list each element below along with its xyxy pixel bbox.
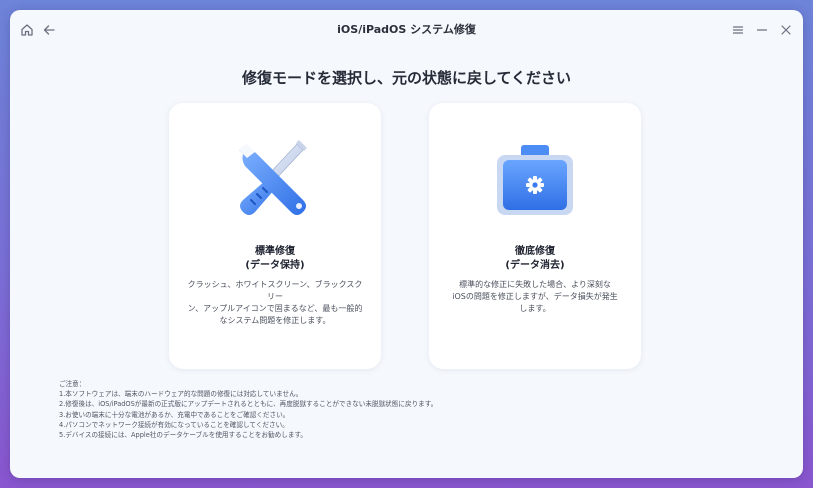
note-item: 2.修復後は、iOS/iPadOSが最新の正式版にアップデートされるとともに、再… (59, 400, 438, 409)
standard-repair-card[interactable]: 標準修復 (データ保持) クラッシュ、ホワイトスクリーン、ブラックスクリー ン、… (169, 103, 381, 369)
standard-repair-description: クラッシュ、ホワイトスクリーン、ブラックスクリー ン、アップルアイコンで固まるな… (187, 279, 363, 327)
deep-repair-desc-line1: 標準的な修正に失敗した場合、より深刻な (459, 280, 611, 289)
page-heading: 修復モードを選択し、元の状態に戻してください (241, 69, 572, 87)
note-item: 4.パソコンでネットワーク接続が有効になっていることを確認してください。 (59, 420, 289, 429)
title-bar: iOS/iPadOS システム修復 (10, 10, 803, 50)
standard-repair-title-line1: 標準修復 (255, 246, 295, 257)
deep-repair-title-line2: (データ消去) (505, 260, 565, 271)
note-item: 3.お使いの端末に十分な電池があるか、充電中であることをご確認ください。 (59, 410, 290, 419)
deep-repair-description: 標準的な修正に失敗した場合、より深刻な iOSの問題を修正しますが、データ損失が… (447, 279, 623, 315)
app-window: iOS/iPadOS システム修復 修復モードを選択し、元の状態に戻してください (10, 10, 803, 478)
deep-repair-desc-line3: します。 (519, 304, 551, 313)
standard-repair-desc-line1: クラッシュ、ホワイトスクリーン、ブラックスクリー (187, 280, 363, 301)
note-item: 5.デバイスの接続には、Apple社のデータケーブルを使用することをお勧めします… (59, 431, 307, 440)
deep-repair-desc-line2: iOSの問題を修正しますが、データ損失が発生 (452, 292, 618, 301)
minimize-icon[interactable] (753, 21, 771, 39)
deep-repair-title-line1: 徹底修復 (515, 246, 555, 257)
standard-repair-title-line2: (データ保持) (245, 260, 305, 271)
standard-repair-desc-line3: なシステム問題を修正します。 (219, 316, 331, 325)
toolbox-gear-icon (429, 125, 641, 235)
window-title: iOS/iPadOS システム修復 (337, 23, 476, 36)
deep-repair-card[interactable]: 徹底修復 (データ消去) 標準的な修正に失敗した場合、より深刻な iOSの問題を… (429, 103, 641, 369)
wrench-screwdriver-icon (169, 125, 381, 235)
close-icon[interactable] (777, 21, 795, 39)
notes-header: ご注意： (59, 380, 86, 388)
deep-repair-title: 徹底修復 (データ消去) (429, 245, 641, 273)
standard-repair-title: 標準修復 (データ保持) (169, 245, 381, 273)
note-item: 1.本ソフトウェアは、端末のハードウェア的な問題の修復には対応していません。 (59, 390, 303, 399)
notes-section: ご注意： 1.本ソフトウェアは、端末のハードウェア的な問題の修復には対応していま… (59, 379, 437, 440)
standard-repair-desc-line2: ン、アップルアイコンで固まるなど、最も一般的 (187, 304, 363, 313)
menu-icon[interactable] (729, 21, 747, 39)
